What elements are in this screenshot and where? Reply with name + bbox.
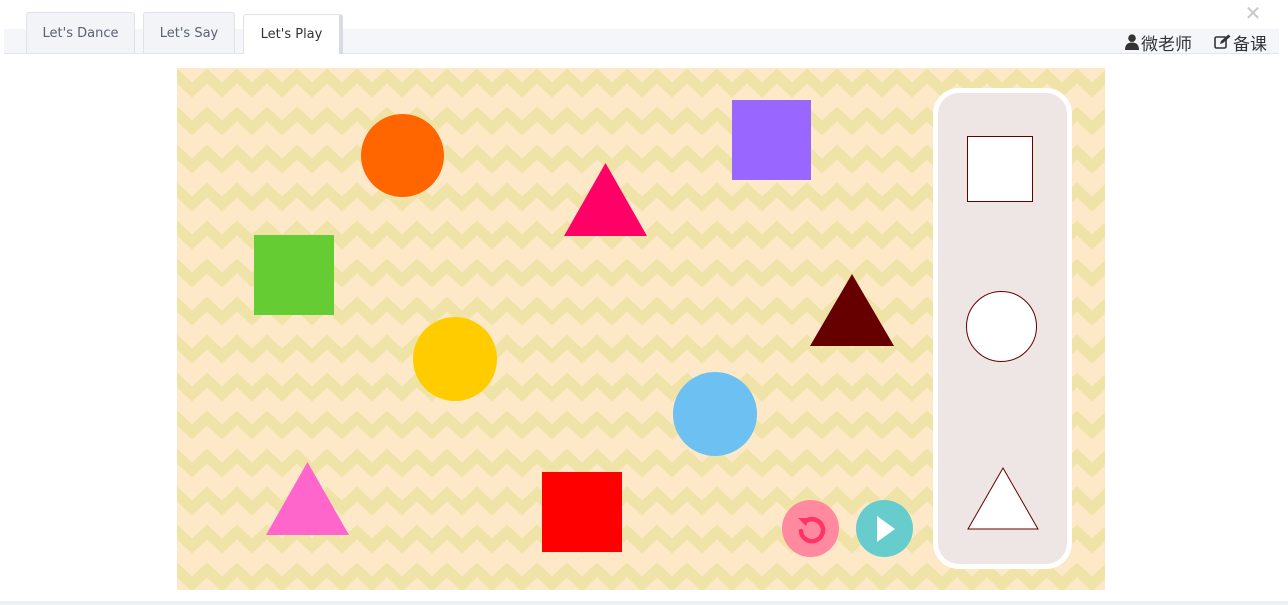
- red-square[interactable]: [542, 472, 622, 552]
- circle-target-slot[interactable]: [966, 291, 1037, 362]
- teacher-link[interactable]: 微老师: [1125, 31, 1192, 55]
- close-icon[interactable]: ✕: [1243, 2, 1263, 24]
- tab-lets-dance[interactable]: Let's Dance: [26, 12, 135, 53]
- pink-red-triangle[interactable]: [564, 163, 647, 236]
- edit-icon: [1214, 34, 1231, 50]
- green-square[interactable]: [254, 235, 334, 315]
- teacher-label: 微老师: [1141, 34, 1192, 55]
- prepare-lesson-link[interactable]: 备课: [1214, 31, 1267, 55]
- pink-triangle[interactable]: [266, 462, 349, 535]
- bottom-divider: [0, 601, 1288, 605]
- triangle-target-slot[interactable]: [967, 467, 1039, 530]
- reset-button[interactable]: [782, 500, 839, 557]
- prepare-label: 备课: [1233, 34, 1267, 55]
- play-button[interactable]: [856, 500, 913, 557]
- tab-lets-say[interactable]: Let's Say: [143, 12, 235, 53]
- yellow-circle[interactable]: [413, 317, 497, 401]
- blue-circle[interactable]: [673, 372, 757, 456]
- square-target-slot[interactable]: [967, 136, 1033, 202]
- play-icon: [876, 515, 895, 542]
- tab-lets-play[interactable]: Let's Play: [243, 14, 343, 54]
- orange-circle[interactable]: [361, 114, 444, 197]
- user-icon: [1125, 34, 1139, 50]
- purple-square[interactable]: [732, 100, 811, 180]
- maroon-triangle[interactable]: [810, 274, 894, 346]
- reset-icon: [797, 516, 825, 543]
- shape-target-panel: [933, 88, 1072, 569]
